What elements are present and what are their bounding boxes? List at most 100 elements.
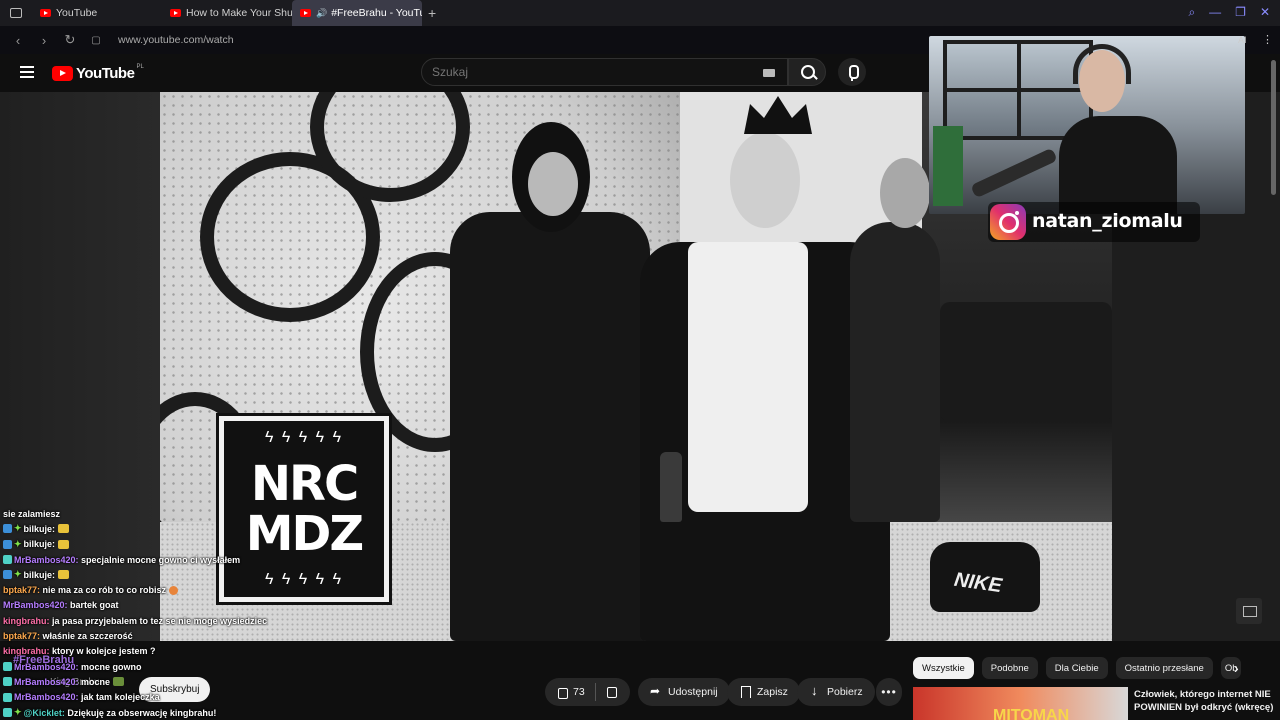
like-dislike-group: 73: [545, 678, 630, 706]
new-tab-button[interactable]: +: [428, 5, 436, 21]
download-label: Pobierz: [827, 686, 863, 698]
chat-user: bilkuje:: [23, 569, 56, 580]
thumbnail-text: MITOMAN: [993, 707, 1070, 720]
save-button[interactable]: Zapisz: [727, 678, 800, 706]
chat-message: ✦ bilkuje:: [3, 521, 323, 536]
keyboard-icon[interactable]: [763, 69, 775, 77]
tab-title: How to Make Your Shure S: [186, 7, 292, 19]
chip-related[interactable]: Podobne: [981, 657, 1038, 679]
subscriber-badge-icon: [3, 677, 12, 687]
hamburger-menu-icon[interactable]: [20, 66, 34, 78]
sparkle-icon: ✦: [14, 523, 22, 534]
search-tabs-icon[interactable]: ⌕: [1188, 5, 1195, 20]
menu-icon[interactable]: ⋮: [1262, 33, 1273, 46]
save-label: Zapisz: [757, 686, 788, 698]
sparkle-icon: ✦: [14, 538, 22, 549]
recommendation-filter-chips: Wszystkie Podobne Dla Ciebie Ostatnio pr…: [913, 657, 1241, 679]
chat-text: właśnie za szczerość: [42, 631, 133, 642]
download-button[interactable]: Pobierz: [797, 678, 875, 706]
chat-text: mocne gowno: [81, 661, 142, 672]
artwork-line: NRC: [250, 456, 359, 512]
person-left: [450, 212, 650, 641]
lightning-icon: ϟ ϟ ϟ ϟ ϟ: [264, 429, 344, 446]
chat-user: MrBambos420:: [14, 692, 79, 703]
sports-bag: NIKE: [930, 542, 1040, 612]
reload-icon[interactable]: ↻: [62, 32, 78, 48]
emote-icon: [169, 585, 179, 595]
chip-all[interactable]: Wszystkie: [913, 657, 974, 679]
chat-message: ✦ @Kicklet: Dziękuję za obserwację kingb…: [3, 705, 323, 720]
search-input[interactable]: [422, 59, 742, 85]
url-field[interactable]: www.youtube.com/watch: [118, 34, 234, 46]
emote-icon: [58, 539, 70, 549]
chat-text: specjalnie mocne gowno ci wysłałem: [81, 554, 241, 565]
miniplayer-button[interactable]: [1236, 598, 1262, 624]
video-hashtag[interactable]: #FreeBrahu: [13, 654, 74, 666]
chat-message: MrBambos420: jak tam kolejeczka: [3, 690, 323, 705]
chat-user: bilkuje:: [23, 523, 56, 534]
person-left-face: [528, 152, 578, 216]
chat-message: bptak77: właśnie za szczerość: [3, 628, 323, 643]
instagram-icon: [990, 204, 1026, 240]
close-icon[interactable]: ✕: [1260, 5, 1270, 20]
bookmark-icon: [739, 686, 751, 698]
chevron-right-icon[interactable]: ›: [1234, 660, 1252, 678]
crown-icon: [744, 96, 812, 134]
share-label: Udostępnij: [668, 686, 718, 698]
search-box: [421, 58, 788, 86]
person-center-face: [730, 132, 800, 228]
lock-icon: ▢: [91, 34, 101, 46]
chat-text: nie ma za co rób to co robisz: [42, 585, 167, 596]
youtube-play-icon: [52, 66, 73, 81]
window-menu-icon[interactable]: [10, 8, 22, 18]
microphone-arm: [970, 147, 1058, 199]
back-icon[interactable]: ‹: [10, 33, 26, 48]
person-right: [850, 222, 940, 522]
tab-shure[interactable]: How to Make Your Shure S: [162, 0, 292, 26]
chat-text: jak tam kolejeczka: [81, 692, 160, 703]
forward-icon[interactable]: ›: [36, 33, 52, 48]
chat-text: mocne: [81, 676, 111, 687]
bottle: [660, 452, 682, 522]
search-button[interactable]: [788, 58, 826, 86]
chat-message: MrBambos420: mocne: [3, 674, 323, 689]
emote-icon: [58, 570, 70, 580]
chat-text: sie zalamiesz: [3, 508, 61, 519]
maximize-icon[interactable]: ❐: [1235, 5, 1246, 20]
tab-youtube[interactable]: YouTube: [32, 0, 162, 26]
share-button[interactable]: Udostępnij: [638, 678, 730, 706]
recommended-video-title[interactable]: Człowiek, którego internet NIE POWINIEN …: [1134, 688, 1274, 714]
bag-logo: NIKE: [952, 568, 1004, 598]
subscriber-badge-icon: [3, 708, 12, 717]
subscriber-badge-icon: [3, 570, 12, 580]
recommended-video-thumbnail[interactable]: MITOMAN: [913, 687, 1128, 720]
window-controls: ⌕ — ❐ ✕: [1188, 5, 1270, 20]
subscriber-badge-icon: [3, 539, 12, 549]
scrollbar[interactable]: [1271, 60, 1276, 195]
chat-user: bptak77:: [3, 585, 41, 596]
chat-user: @Kicklet:: [23, 707, 65, 718]
voice-search-button[interactable]: [838, 58, 866, 86]
stream-chat-overlay: sie zalamiesz ✦ bilkuje: ✦ bilkuje: MrBa…: [3, 506, 323, 720]
chat-user: bilkuje:: [23, 539, 56, 550]
chat-user: kingbrahu:: [3, 615, 50, 626]
more-actions-button[interactable]: •••: [876, 678, 902, 706]
chat-user: bptak77:: [3, 631, 41, 642]
youtube-logo[interactable]: YouTube PL: [52, 64, 144, 82]
chat-message: ✦ bilkuje:: [3, 537, 323, 552]
speaker-icon[interactable]: 🔊: [316, 8, 327, 19]
tab-freebrahu[interactable]: 🔊 #FreeBrahu - YouTube: [292, 0, 422, 26]
like-count: 73: [573, 686, 585, 698]
chat-message: MrBambos420: bartek goat: [3, 598, 323, 613]
dislike-button[interactable]: [606, 678, 624, 706]
chip-recent[interactable]: Ostatnio przesłane: [1115, 657, 1213, 679]
like-button[interactable]: 73: [545, 678, 585, 706]
sparkle-icon: ✦: [14, 707, 22, 717]
youtube-favicon-icon: [40, 9, 51, 17]
chip-for-you[interactable]: Dla Ciebie: [1045, 657, 1108, 679]
download-icon: [809, 683, 821, 698]
thumbs-down-icon: [606, 686, 618, 698]
chat-user: MrBambos420:: [14, 554, 79, 565]
minimize-icon[interactable]: —: [1209, 5, 1221, 20]
chat-message: kingbrahu: ja pasa przyjebalem to tez se…: [3, 613, 323, 628]
